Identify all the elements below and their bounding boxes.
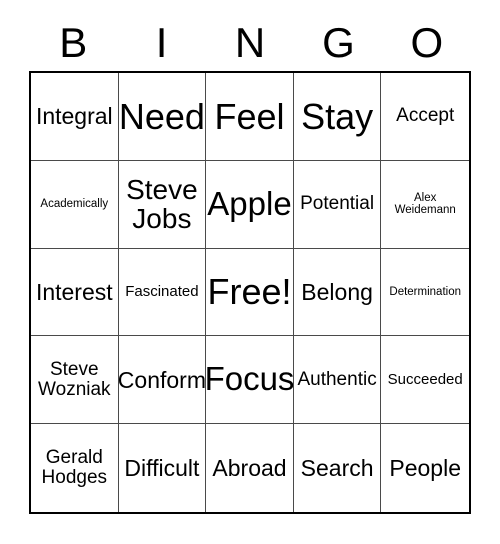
bingo-cell[interactable]: Stay	[293, 73, 382, 161]
bingo-header: BINGO	[29, 14, 471, 71]
bingo-cell[interactable]: Abroad	[206, 424, 294, 512]
bingo-cell[interactable]: Potential	[293, 160, 382, 249]
bingo-header-letter-g: G	[322, 18, 355, 66]
bingo-card: B I N G O Integral Need Feel Stay Accept Academic…	[0, 0, 500, 544]
bingo-cell-label: Apple	[207, 184, 292, 222]
bingo-cell[interactable]: Apple	[206, 160, 294, 249]
bingo-cell[interactable]: Integral	[31, 73, 119, 161]
bingo-free-cell[interactable]: Free!	[206, 248, 294, 337]
bingo-cell-label: Accept	[396, 105, 455, 127]
bingo-cell[interactable]: Succeeded	[381, 336, 469, 425]
bingo-header-letter-b: B	[59, 18, 88, 66]
bingo-cell-label: Search	[300, 455, 374, 482]
bingo-cell[interactable]: Interest	[31, 248, 119, 337]
bingo-cell[interactable]: Steve Wozniak	[31, 336, 119, 425]
bingo-cell[interactable]: Fascinated	[118, 248, 207, 337]
bingo-cell[interactable]: Difficult	[118, 424, 207, 512]
bingo-cell-label: Academically	[40, 198, 109, 211]
bingo-cell-label: Succeeded	[387, 370, 463, 388]
bingo-cell-label: Free!	[207, 271, 292, 313]
bingo-cell-label: Stay	[301, 95, 374, 137]
bingo-header-letter-i: I	[155, 18, 168, 66]
bingo-cell[interactable]: Accept	[381, 73, 469, 161]
bingo-cell-label: Determination	[389, 285, 461, 298]
bingo-cell-label: Abroad	[212, 455, 287, 482]
bingo-cell-label: Gerald Hodges	[41, 447, 108, 489]
bingo-cell-label: Focus	[206, 360, 294, 398]
bingo-cell[interactable]: Gerald Hodges	[31, 424, 119, 512]
bingo-cell-label: Interest	[35, 278, 113, 305]
bingo-cell[interactable]: Alex Weidemann	[381, 160, 469, 249]
bingo-grid: Integral Need Feel Stay Accept Academically St…	[29, 71, 471, 514]
bingo-cell-label: Steve Wozniak	[38, 358, 111, 400]
bingo-header-letter-n: N	[234, 18, 266, 66]
bingo-cell-label: Feel	[214, 95, 285, 137]
bingo-cell[interactable]: Focus	[206, 336, 294, 425]
bingo-cell-label: Fascinated	[125, 283, 199, 301]
bingo-cell-label: Authentic	[297, 368, 377, 390]
bingo-cell-label: Steve Jobs	[126, 173, 198, 235]
bingo-cell-label: Conform	[118, 366, 206, 393]
bingo-cell[interactable]: Steve Jobs	[118, 160, 207, 249]
bingo-cell-label: Difficult	[124, 455, 200, 482]
bingo-header-letter-o: O	[410, 18, 444, 66]
bingo-cell-label: Integral	[35, 103, 113, 130]
bingo-cell-label: Potential	[300, 193, 375, 215]
bingo-cell[interactable]: Need	[118, 73, 207, 161]
bingo-cell[interactable]: Belong	[293, 248, 382, 337]
bingo-cell-label: Alex Weidemann	[394, 192, 456, 217]
bingo-cell-label: Need	[118, 95, 205, 137]
bingo-cell-label: People	[389, 455, 461, 482]
bingo-cell[interactable]: Academically	[31, 160, 119, 249]
bingo-cell[interactable]: Determination	[381, 248, 469, 337]
bingo-cell[interactable]: Search	[293, 424, 382, 512]
bingo-cell-label: Belong	[301, 278, 373, 305]
bingo-cell[interactable]: Conform	[118, 336, 207, 425]
bingo-cell[interactable]: Feel	[206, 73, 294, 161]
bingo-cell[interactable]: Authentic	[293, 336, 382, 425]
bingo-cell[interactable]: People	[381, 424, 469, 512]
